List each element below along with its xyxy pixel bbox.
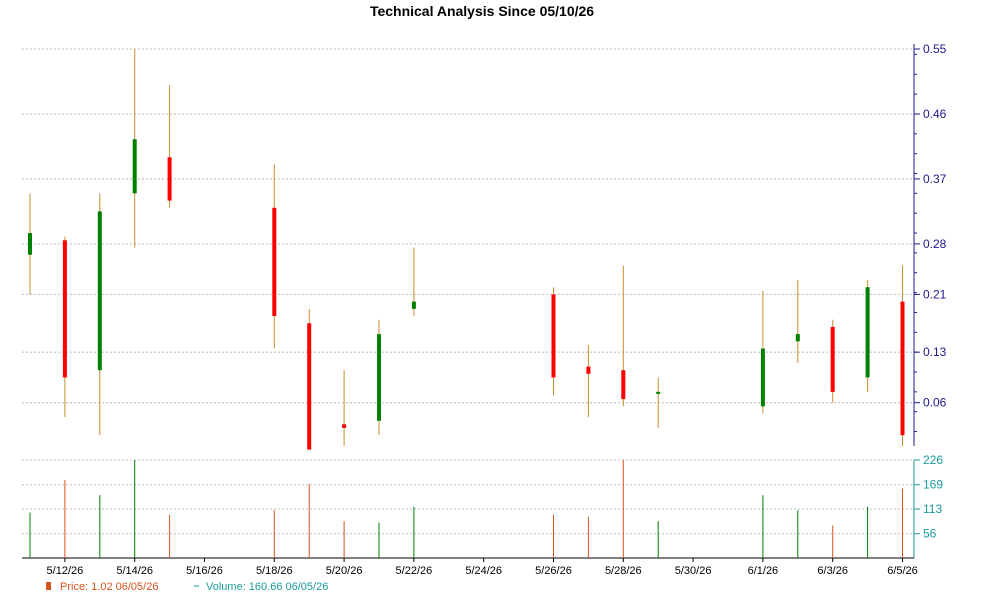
grid-lines <box>22 48 914 535</box>
chart-title: Technical Analysis Since 05/10/26 <box>370 3 594 19</box>
candle-body <box>272 207 277 317</box>
legend-price-swatch <box>46 582 51 590</box>
price-tick-label: 0.13 <box>923 345 947 359</box>
candle-body <box>167 157 172 201</box>
candle-body <box>28 233 32 255</box>
x-tick-label: 5/26/26 <box>535 565 572 577</box>
candle-body <box>551 294 556 378</box>
candle-body <box>865 287 870 378</box>
candle-body <box>342 424 347 428</box>
volume-tick-label: 113 <box>923 502 942 516</box>
legend: Price: 1.02 06/05/26 Volume: 160.66 06/0… <box>46 581 328 593</box>
price-tick-label: 0.21 <box>923 287 947 301</box>
candle-body <box>760 348 765 407</box>
x-tick-label: 5/28/26 <box>605 565 642 577</box>
volume-tick-label: 56 <box>923 527 937 541</box>
candle-body <box>307 323 312 450</box>
candle-body <box>621 370 626 400</box>
candle-body <box>656 391 661 394</box>
legend-volume-label: Volume: 160.66 06/05/26 <box>206 581 328 593</box>
candle-body <box>411 301 416 309</box>
price-tick-label: 0.55 <box>923 42 947 56</box>
x-tick-label: 5/22/26 <box>396 565 433 577</box>
x-tick-label: 6/1/26 <box>748 565 779 577</box>
candle-body <box>586 366 591 374</box>
candle-body <box>97 211 102 371</box>
x-tick-label: 5/20/26 <box>326 565 363 577</box>
candle-body <box>132 139 137 194</box>
candle-body <box>830 326 835 392</box>
x-tick-label: 6/3/26 <box>817 565 848 577</box>
axes: 0.06 0.13 0.21 0.28 0.37 0.46 0.55 56 113 169 226 5… <box>22 42 947 577</box>
x-tick-label: 6/5/26 <box>887 565 918 577</box>
price-tick-label: 0.06 <box>923 396 947 410</box>
price-tick-label: 0.37 <box>923 172 947 186</box>
candlesticks <box>28 49 905 450</box>
candle-body <box>377 334 381 421</box>
legend-price-label: Price: 1.02 06/05/26 <box>60 581 158 593</box>
x-tick-label: 5/30/26 <box>675 565 712 577</box>
x-tick-label: 5/14/26 <box>116 565 153 577</box>
candle-body <box>795 334 800 342</box>
x-tick-label: 5/12/26 <box>47 565 84 577</box>
candle-body <box>62 240 67 378</box>
x-tick-label: 5/18/26 <box>256 565 293 577</box>
price-tick-label: 0.28 <box>923 237 947 251</box>
x-tick-label: 5/16/26 <box>186 565 223 577</box>
candle-body <box>900 301 905 436</box>
x-tick-label: 5/24/26 <box>465 565 502 577</box>
volume-tick-label: 226 <box>923 453 943 467</box>
price-tick-label: 0.46 <box>923 107 947 121</box>
volume-tick-label: 169 <box>923 478 943 492</box>
chart-canvas: Technical Analysis Since 05/10/26 0.060.… <box>22 3 947 593</box>
